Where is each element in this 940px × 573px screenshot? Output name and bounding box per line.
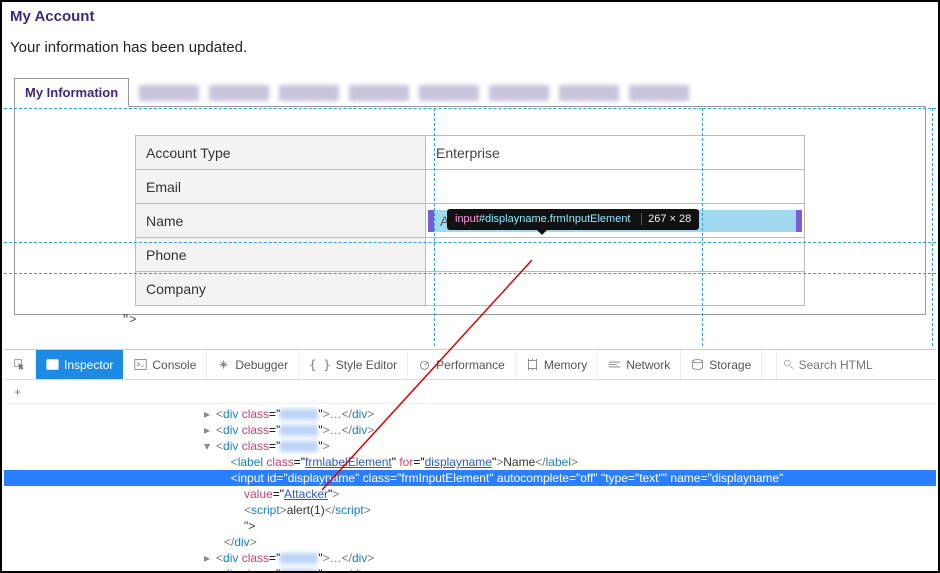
element-inspector-tooltip: input#displayname.frmInputElement 267 × …: [447, 209, 699, 230]
devtools-add-tab[interactable]: +: [4, 380, 936, 404]
name-value-overflow: ">: [2, 313, 938, 327]
dom-input-line-selected: <input id="displayname" class="frmInputE…: [4, 470, 936, 486]
label-name: Name: [136, 204, 426, 238]
devtools-tab-inspector[interactable]: Inspector: [36, 350, 124, 379]
devtools-tab-console[interactable]: Console: [124, 350, 207, 379]
page-title: My Account: [2, 2, 938, 25]
inactive-tabs-blurred: [139, 79, 926, 106]
dom-collapsed-div: ▸<div class="">…</div>: [4, 406, 936, 422]
dom-collapsed-div: ▸<div class="">…</div>: [4, 422, 936, 438]
label-company: Company: [136, 272, 426, 306]
devtools-tab-style-editor[interactable]: { } Style Editor: [299, 350, 408, 379]
devtools-panel: Inspector Console Debugger { } Style Edi…: [4, 349, 936, 569]
dom-close-div: </div>: [4, 534, 936, 550]
dom-input-value-line: value="Attacker">: [4, 486, 936, 502]
devtools-tab-storage[interactable]: Storage: [681, 350, 762, 379]
row-phone: Phone: [136, 238, 805, 272]
dom-tree[interactable]: ▸<div class="">…</div> ▸<div class="">…<…: [4, 404, 936, 573]
devtools-tabs: Inspector Console Debugger { } Style Edi…: [4, 350, 936, 380]
devtools-search-input[interactable]: [799, 358, 930, 372]
search-icon: [783, 358, 795, 371]
value-email[interactable]: [426, 170, 805, 204]
label-phone: Phone: [136, 238, 426, 272]
label-account-type: Account Type: [136, 136, 426, 170]
update-message: Your information has been updated.: [2, 25, 938, 78]
dom-stray-text: ">: [4, 518, 936, 534]
devtools-tab-memory[interactable]: Memory: [516, 350, 598, 379]
label-email: Email: [136, 170, 426, 204]
dom-expanded-div: ▾<div class="">: [4, 438, 936, 454]
dom-collapsed-div: ▸<div class="">…</div>: [4, 550, 936, 566]
tab-bar: My Information: [14, 78, 926, 107]
pick-element-icon[interactable]: [4, 350, 36, 379]
devtools-tab-performance[interactable]: Performance: [408, 350, 516, 379]
dom-label-line: <label class="frmlabelElement" for="disp…: [4, 454, 936, 470]
devtools-tab-network[interactable]: Network: [598, 350, 681, 379]
devtools-tab-debugger[interactable]: Debugger: [207, 350, 299, 379]
row-email: Email: [136, 170, 805, 204]
tab-my-information[interactable]: My Information: [14, 78, 129, 107]
row-account-type: Account Type Enterprise: [136, 136, 805, 170]
value-phone[interactable]: [426, 238, 805, 272]
row-company: Company: [136, 272, 805, 306]
devtools-search[interactable]: [776, 350, 936, 379]
value-account-type: Enterprise: [426, 136, 805, 170]
value-company[interactable]: [426, 272, 805, 306]
dom-script-line: <script>alert(1)</script>: [4, 502, 936, 518]
dom-collapsed-div: ▸<div class="">…</div>: [4, 566, 936, 573]
